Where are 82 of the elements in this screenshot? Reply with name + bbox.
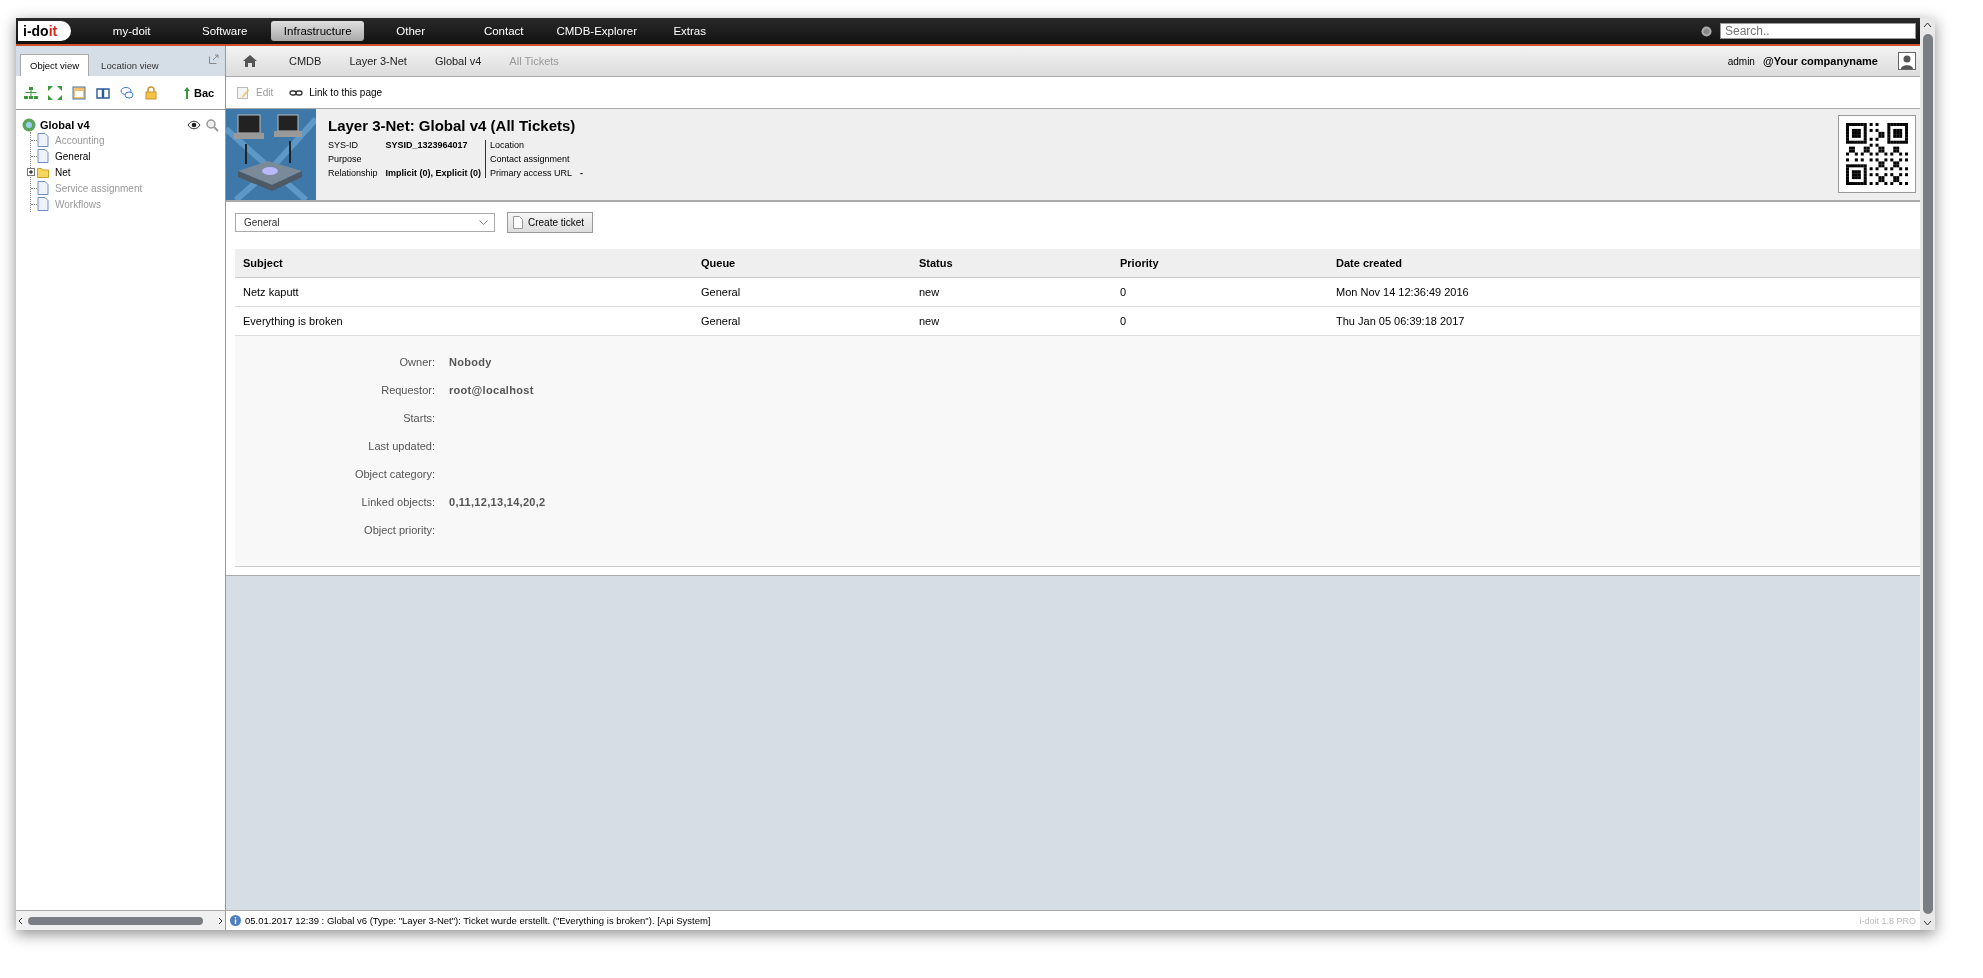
document-icon: [37, 197, 49, 211]
field-label: Purpose: [328, 154, 363, 164]
table-cell: Thu Jan 05 06:39:18 2017: [1328, 306, 1920, 336]
table-cell: 0: [1112, 277, 1328, 307]
field-label: SYS-ID: [328, 140, 359, 150]
search-field[interactable]: Search..: [1720, 23, 1916, 39]
detail-label: Owner:: [398, 356, 435, 370]
field-label: Location: [490, 140, 526, 150]
table-cell: Mon Nov 14 12:36:49 2016: [1328, 277, 1920, 307]
field-value: -: [580, 168, 584, 178]
detail-label: Starts:: [402, 412, 435, 426]
field-label: Relationship: [328, 168, 378, 178]
menu-tab[interactable]: Infrastructure: [271, 21, 365, 41]
menu-tab[interactable]: Other: [364, 21, 458, 41]
document-icon: [37, 181, 49, 195]
column-header[interactable]: Priority: [1112, 249, 1328, 278]
tree-item[interactable]: Net: [55, 166, 71, 178]
folder-icon: [37, 165, 49, 179]
breadcrumb-link[interactable]: CMDB: [275, 55, 336, 67]
create-ticket-button[interactable]: Create ticket: [507, 212, 594, 233]
field-label: Primary access URL: [490, 168, 573, 178]
expand-icon[interactable]: [27, 168, 35, 176]
scrollbar-thumb[interactable]: [1922, 34, 1933, 914]
info-icon: [230, 915, 241, 926]
column-header[interactable]: Subject: [235, 249, 693, 278]
menu-tab[interactable]: my-doit: [85, 21, 179, 41]
avatar-icon[interactable]: [1898, 52, 1916, 70]
field-value: SYSID_1323964017: [385, 140, 469, 150]
logo[interactable]: i-doit: [18, 21, 72, 41]
globe-icon: [22, 118, 36, 132]
document-icon: [513, 216, 523, 229]
popout-icon[interactable]: [209, 54, 219, 64]
caret-icon: [479, 219, 488, 226]
detail-value: root@localhost: [449, 384, 535, 398]
detail-label: Requestor:: [380, 384, 435, 398]
tree-root-label[interactable]: Global v4: [40, 119, 183, 131]
speech-bubbles-icon[interactable]: [120, 85, 134, 100]
username[interactable]: admin: [1727, 55, 1755, 67]
up-arrow-icon: [184, 86, 190, 99]
detail-label: Last updated:: [367, 440, 435, 454]
table-cell: Netz kaputt: [235, 277, 693, 307]
tree-item[interactable]: General: [55, 150, 91, 162]
field-value: Implicit (0), Explicit (0): [385, 168, 482, 178]
view-tab[interactable]: Location view: [91, 54, 169, 76]
hierarchy-icon[interactable]: [24, 85, 38, 100]
link-action[interactable]: Link to this page: [289, 85, 389, 100]
table-cell: Everything is broken: [235, 306, 693, 336]
table-cell: General: [693, 306, 911, 336]
table-cell: 0: [1112, 306, 1328, 336]
queue-dropdown[interactable]: General: [235, 213, 495, 232]
company-name: @Your companyname: [1762, 55, 1878, 67]
qr-code-icon: [1846, 123, 1908, 185]
table-cell: new: [911, 277, 1112, 307]
expand-arrows-icon[interactable]: [48, 85, 62, 100]
field-label: Contact assignment: [490, 154, 571, 164]
breadcrumb-link[interactable]: Global v4: [420, 55, 496, 67]
pencil-paper-icon: [236, 85, 250, 100]
version-label: i-doit 1.8 PRO: [1859, 915, 1916, 926]
detail-label: Object category:: [353, 468, 435, 482]
document-icon: [37, 133, 49, 147]
book-icon[interactable]: [96, 85, 110, 100]
breadcrumb-link[interactable]: Layer 3-Net: [335, 55, 421, 67]
view-tab[interactable]: Object view: [20, 54, 90, 76]
column-header[interactable]: Date created: [1328, 249, 1920, 278]
column-header[interactable]: Status: [911, 249, 1112, 278]
detail-value: Nobody: [449, 356, 493, 370]
menu-tab[interactable]: CMDB-Explorer: [550, 21, 644, 41]
page-title: Layer 3-Net: Global v4 (All Tickets): [328, 117, 577, 134]
detail-value: 0,11,12,13,14,20,2: [449, 496, 547, 510]
column-header[interactable]: Queue: [693, 249, 911, 278]
document-icon: [37, 149, 49, 163]
table-cell: General: [693, 277, 911, 307]
scrollbar-thumb[interactable]: [28, 916, 203, 925]
detail-label: Object priority:: [363, 524, 435, 538]
menu-tab[interactable]: Contact: [457, 21, 551, 41]
menu-tab[interactable]: Software: [178, 21, 272, 41]
table-cell: new: [911, 306, 1112, 336]
menu-tab[interactable]: Extras: [643, 21, 737, 41]
eye-icon[interactable]: [187, 118, 201, 132]
detail-label: Linked objects:: [360, 496, 435, 510]
back-button[interactable]: Bac: [184, 86, 215, 99]
status-message: 05.01.2017 12:39 : Global v6 (Type: "Layer 3-Net"): Ticket wurde erstellt. ("Everything is broken"). [Api System]: [245, 915, 712, 926]
